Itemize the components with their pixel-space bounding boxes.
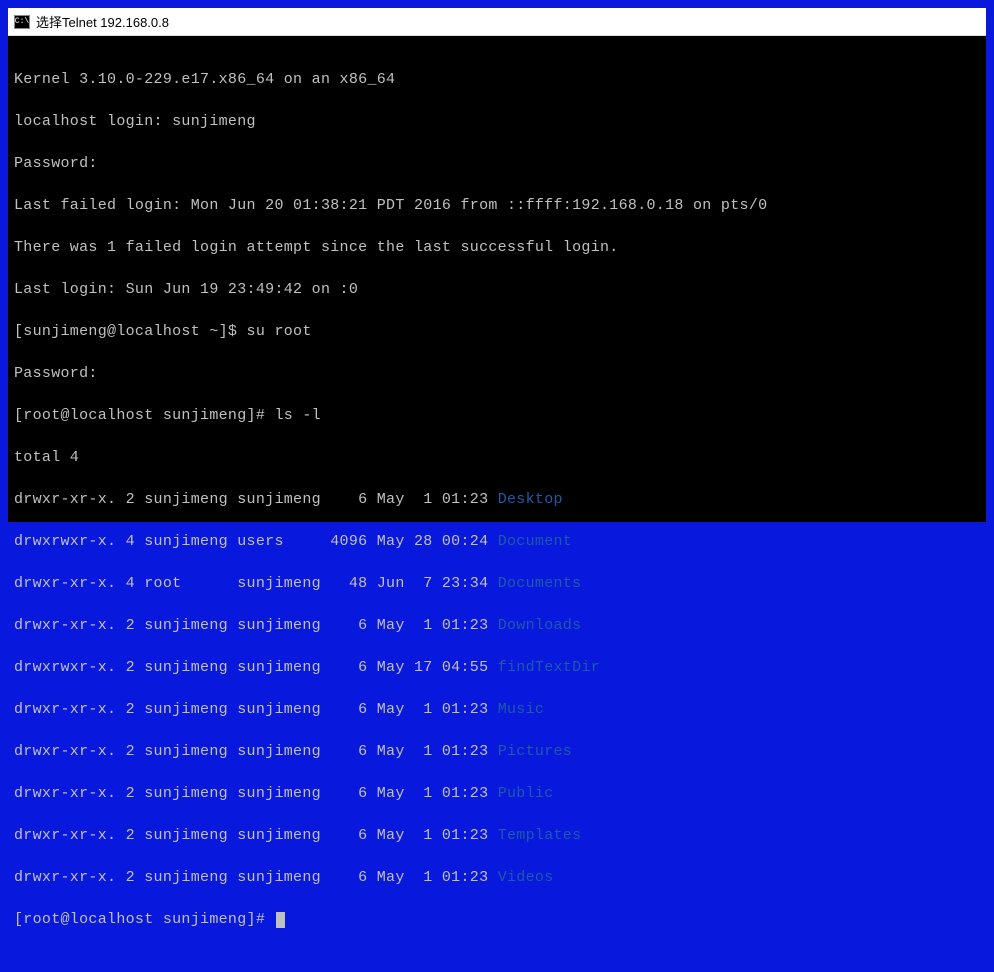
- file-meta: drwxr-xr-x. 2 sunjimeng sunjimeng 6 May …: [14, 617, 498, 634]
- file-meta: drwxr-xr-x. 2 sunjimeng sunjimeng 6 May …: [14, 743, 498, 760]
- file-meta: drwxr-xr-x. 4 root sunjimeng 48 Jun 7 23…: [14, 575, 498, 592]
- output-line: localhost login: sunjimeng: [14, 111, 980, 132]
- list-item: drwxrwxr-x. 2 sunjimeng sunjimeng 6 May …: [14, 657, 980, 678]
- cmd-icon: C:\: [14, 15, 30, 29]
- list-item: drwxr-xr-x. 2 sunjimeng sunjimeng 6 May …: [14, 867, 980, 888]
- file-meta: drwxrwxr-x. 4 sunjimeng users 4096 May 2…: [14, 533, 498, 550]
- terminal-window: C:\ 选择Telnet 192.168.0.8 Kernel 3.10.0-2…: [8, 8, 986, 520]
- prompt-text: [root@localhost sunjimeng]#: [14, 911, 274, 928]
- cursor-icon: [276, 912, 285, 928]
- output-line: Last login: Sun Jun 19 23:49:42 on :0: [14, 279, 980, 300]
- list-item: drwxr-xr-x. 4 root sunjimeng 48 Jun 7 23…: [14, 573, 980, 594]
- list-item: drwxr-xr-x. 2 sunjimeng sunjimeng 6 May …: [14, 783, 980, 804]
- list-item: drwxr-xr-x. 2 sunjimeng sunjimeng 6 May …: [14, 699, 980, 720]
- file-meta: drwxrwxr-x. 2 sunjimeng sunjimeng 6 May …: [14, 659, 498, 676]
- list-item: drwxr-xr-x. 2 sunjimeng sunjimeng 6 May …: [14, 825, 980, 846]
- dir-name: Document: [498, 533, 572, 550]
- list-item: drwxr-xr-x. 2 sunjimeng sunjimeng 6 May …: [14, 489, 980, 510]
- file-meta: drwxr-xr-x. 2 sunjimeng sunjimeng 6 May …: [14, 869, 498, 886]
- list-item: drwxrwxr-x. 4 sunjimeng users 4096 May 2…: [14, 531, 980, 552]
- dir-name: Public: [498, 785, 554, 802]
- prompt-line: [sunjimeng@localhost ~]$ su root: [14, 321, 980, 342]
- dir-name: Pictures: [498, 743, 572, 760]
- dir-name: Music: [498, 701, 545, 718]
- titlebar[interactable]: C:\ 选择Telnet 192.168.0.8: [8, 8, 986, 36]
- file-meta: drwxr-xr-x. 2 sunjimeng sunjimeng 6 May …: [14, 491, 498, 508]
- dir-name: findTextDir: [498, 659, 600, 676]
- file-meta: drwxr-xr-x. 2 sunjimeng sunjimeng 6 May …: [14, 701, 498, 718]
- file-meta: drwxr-xr-x. 2 sunjimeng sunjimeng 6 May …: [14, 785, 498, 802]
- prompt-line[interactable]: [root@localhost sunjimeng]#: [14, 909, 980, 930]
- output-line: Password:: [14, 153, 980, 174]
- terminal-body[interactable]: Kernel 3.10.0-229.e17.x86_64 on an x86_6…: [8, 36, 986, 522]
- dir-name: Downloads: [498, 617, 582, 634]
- dir-name: Desktop: [498, 491, 563, 508]
- output-line: Kernel 3.10.0-229.e17.x86_64 on an x86_6…: [14, 69, 980, 90]
- dir-name: Videos: [498, 869, 554, 886]
- window-title: 选择Telnet 192.168.0.8: [36, 12, 169, 31]
- list-item: drwxr-xr-x. 2 sunjimeng sunjimeng 6 May …: [14, 615, 980, 636]
- output-line: Last failed login: Mon Jun 20 01:38:21 P…: [14, 195, 980, 216]
- list-item: drwxr-xr-x. 2 sunjimeng sunjimeng 6 May …: [14, 741, 980, 762]
- dir-name: Documents: [498, 575, 582, 592]
- prompt-line: [root@localhost sunjimeng]# ls -l: [14, 405, 980, 426]
- dir-name: Templates: [498, 827, 582, 844]
- output-line: Password:: [14, 363, 980, 384]
- file-meta: drwxr-xr-x. 2 sunjimeng sunjimeng 6 May …: [14, 827, 498, 844]
- output-line: total 4: [14, 447, 980, 468]
- output-line: There was 1 failed login attempt since t…: [14, 237, 980, 258]
